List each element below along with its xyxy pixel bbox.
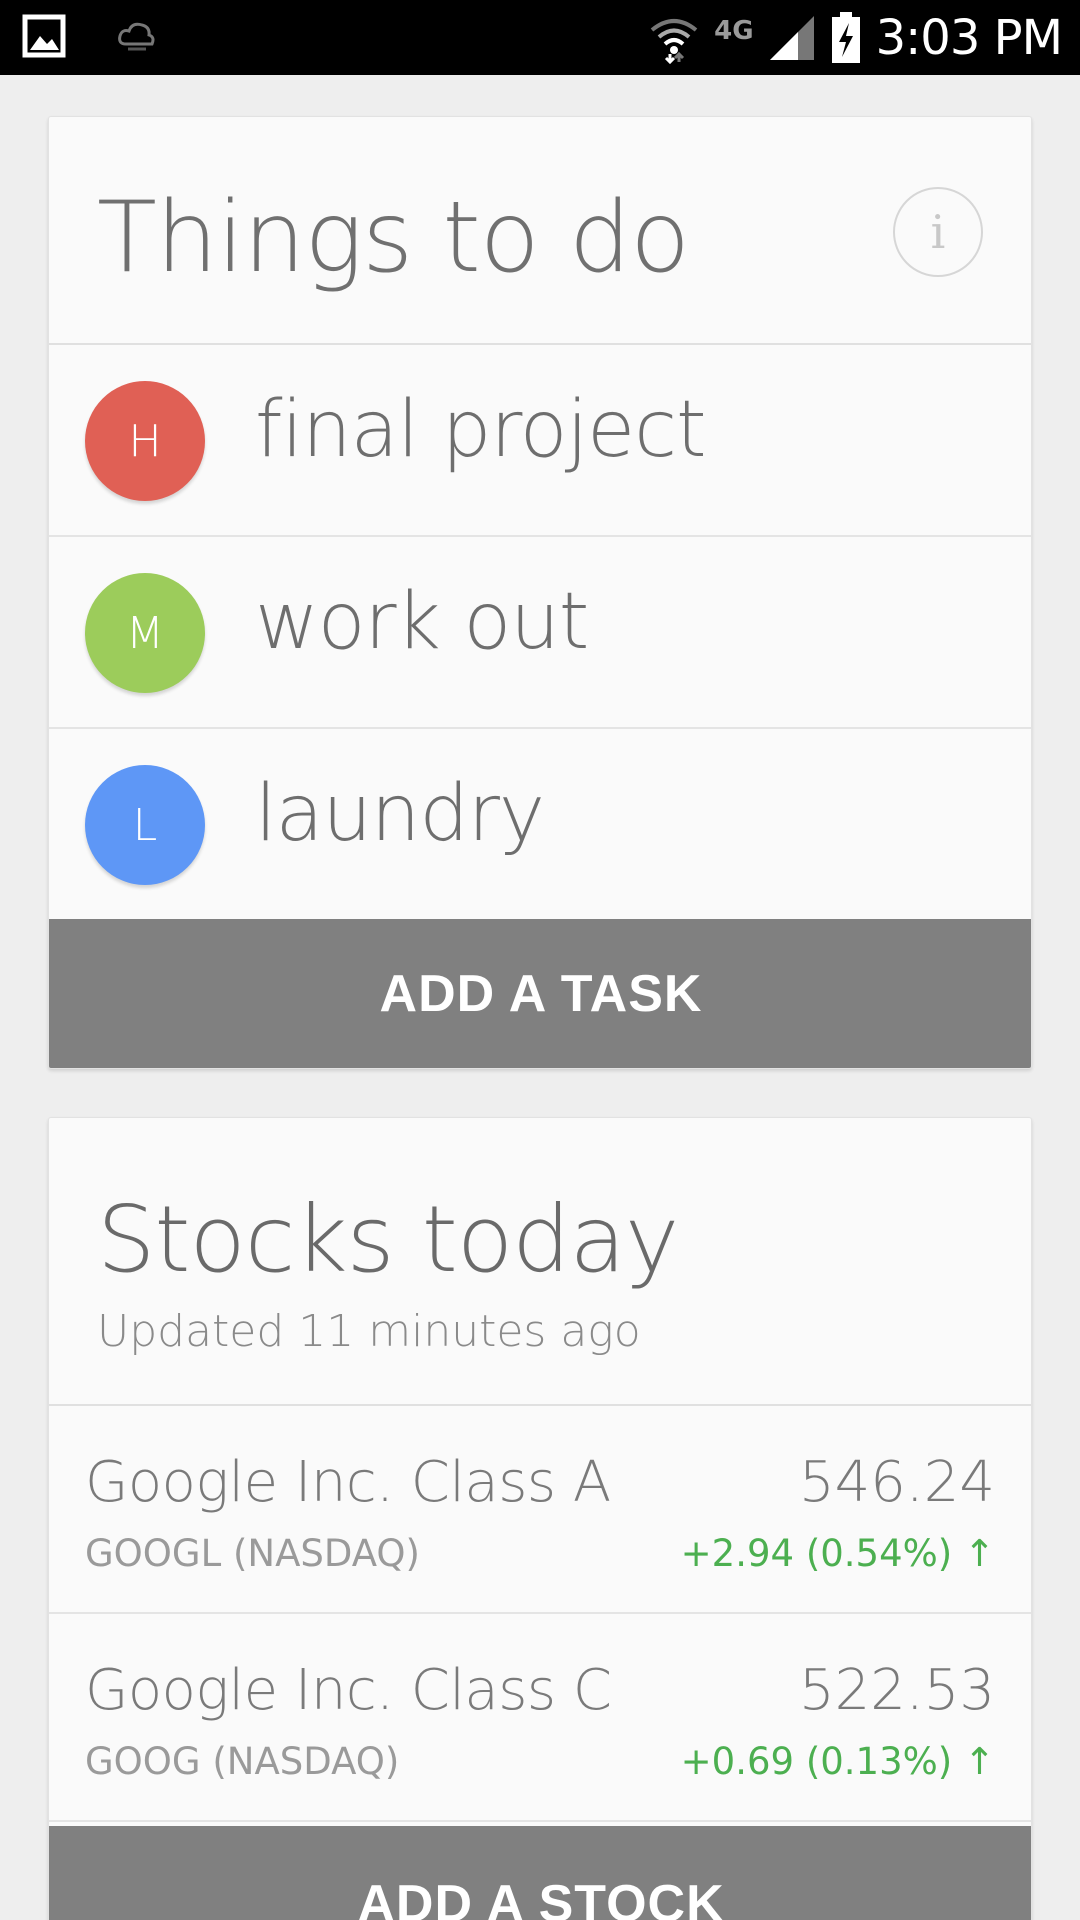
stock-price: 522.53: [799, 1658, 995, 1723]
stocks-card: Stocks today Updated 11 minutes ago Goog…: [48, 1117, 1032, 1920]
stock-change: +2.94 (0.54%) ↑: [680, 1532, 995, 1575]
wifi-icon: [650, 18, 698, 64]
status-bar-clock: 3:03 PM: [875, 9, 1063, 66]
task-row[interactable]: L laundry: [49, 729, 1031, 921]
stock-ticker: GOOGL (NASDAQ): [85, 1532, 420, 1575]
todo-card-header: Things to do i: [49, 117, 1031, 345]
todo-card: Things to do i H final project M work ou…: [48, 116, 1032, 1069]
stock-change: +0.69 (0.13%) ↑: [680, 1740, 995, 1783]
task-label: work out: [255, 577, 589, 667]
task-label: laundry: [255, 769, 545, 859]
battery-charging-icon: [831, 11, 860, 63]
stock-name: Google Inc. Class A: [85, 1450, 611, 1515]
task-row[interactable]: M work out: [49, 537, 1031, 729]
status-bar: 4G 3:03 PM: [0, 0, 1080, 75]
priority-badge: H: [85, 381, 205, 501]
stock-name: Google Inc. Class C: [85, 1658, 612, 1723]
signal-icon: [769, 15, 814, 60]
task-label: final project: [255, 385, 707, 475]
stocks-card-header: Stocks today Updated 11 minutes ago: [49, 1118, 1031, 1406]
todo-card-title: Things to do: [97, 181, 690, 295]
priority-badge: M: [85, 573, 205, 693]
priority-badge: L: [85, 765, 205, 885]
info-icon: i: [930, 205, 946, 259]
add-task-button[interactable]: ADD A TASK: [49, 919, 1031, 1068]
task-row[interactable]: H final project: [49, 345, 1031, 537]
cloud-upload-icon: [118, 22, 155, 51]
stocks-updated-text: Updated 11 minutes ago: [97, 1306, 641, 1357]
status-bar-notifications: [22, 14, 156, 58]
stock-row[interactable]: Google Inc. Class C GOOG (NASDAQ) 522.53…: [49, 1614, 1031, 1822]
info-button[interactable]: i: [893, 187, 983, 277]
status-bar-system: 4G 3:03 PM: [648, 0, 1063, 75]
stock-price: 546.24: [799, 1450, 995, 1515]
gallery-icon: [22, 14, 66, 58]
stock-row[interactable]: Google Inc. Class A GOOGL (NASDAQ) 546.2…: [49, 1406, 1031, 1614]
stocks-card-title: Stocks today: [97, 1186, 679, 1293]
4g-lte-icon: 4G: [714, 15, 754, 46]
add-stock-button[interactable]: ADD A STOCK: [49, 1826, 1031, 1920]
stock-ticker: GOOG (NASDAQ): [85, 1740, 400, 1783]
